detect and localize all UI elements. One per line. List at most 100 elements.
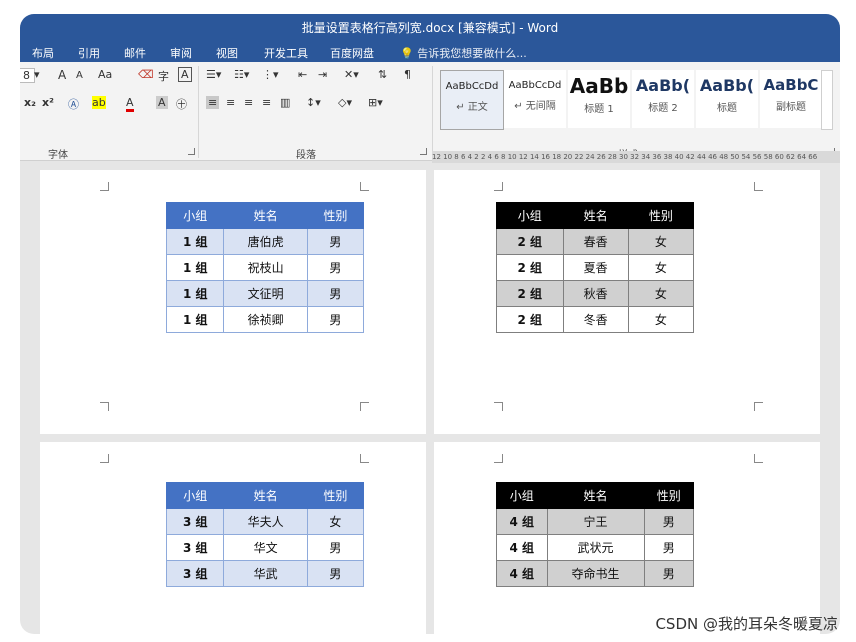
grow-font-button[interactable]: A: [58, 68, 66, 82]
crop-mark: [494, 182, 503, 191]
table-cell: 秋香: [562, 280, 629, 307]
bullets-icon[interactable]: ☰▾: [206, 68, 221, 81]
header-cell: 小组: [165, 482, 225, 509]
crop-mark: [754, 402, 763, 411]
table-cell: 男: [643, 534, 694, 561]
table-row: 1 组 唐伯虎 男: [165, 228, 365, 255]
table-row: 4 组 夺命书生 男: [496, 560, 694, 587]
table-header-row: 小组 姓名 性别: [165, 202, 365, 229]
table-cell: 武状元: [546, 534, 645, 561]
distributed-icon[interactable]: ▥: [280, 96, 290, 109]
crop-mark: [100, 402, 109, 411]
tell-me-search[interactable]: 💡 告诉我您想要做什么...: [400, 45, 527, 61]
font-dialog-launcher-icon[interactable]: [188, 148, 195, 155]
enclose-char-icon[interactable]: ㊉: [176, 96, 187, 112]
table-cell: 徐祯卿: [223, 306, 308, 333]
paragraph-group-label: 段落: [296, 150, 316, 161]
crop-mark: [100, 454, 109, 463]
table-cell: 男: [306, 306, 365, 333]
table-cell: 男: [643, 560, 694, 587]
group-2-table: 小组 姓名 性别 2 组 春香 女 2 组 夏香 女 2 组 秋香 女 2 组: [496, 202, 695, 333]
table-row: 1 组 祝枝山 男: [165, 254, 365, 281]
ribbon: 8 ▾ A A Aa ⌫ 字 A x₂ x² Ⓐ ab A A ㊉ 字体 ☰▾ …: [20, 62, 840, 161]
header-cell: 姓名: [546, 482, 645, 509]
align-center-icon[interactable]: ≡: [226, 96, 235, 109]
tab-developer[interactable]: 开发工具: [264, 45, 308, 61]
style-heading-2[interactable]: AaBb( 标题 2: [632, 70, 694, 128]
align-left-icon[interactable]: ≡: [206, 96, 220, 109]
align-right-icon[interactable]: ≡: [244, 96, 253, 109]
table-cell: 3 组: [165, 560, 225, 587]
shrink-font-button[interactable]: A: [76, 70, 83, 81]
multilevel-list-icon[interactable]: ⋮▾: [262, 68, 279, 81]
paragraph-dialog-launcher-icon[interactable]: [420, 148, 427, 155]
table-cell: 3 组: [165, 508, 225, 535]
change-case-button[interactable]: Aa: [98, 68, 112, 81]
styles-scroll-buttons[interactable]: [821, 70, 833, 130]
separator: [432, 66, 433, 158]
crop-mark: [494, 402, 503, 411]
header-cell: 小组: [496, 482, 548, 509]
sort-icon[interactable]: ⇅: [378, 68, 387, 81]
style-normal[interactable]: AaBbCcDd ↵ 正文: [440, 70, 504, 130]
justify-icon[interactable]: ≡: [262, 96, 271, 109]
text-effects-icon[interactable]: Ⓐ: [68, 96, 79, 112]
superscript-button[interactable]: x²: [42, 96, 54, 109]
font-color-icon[interactable]: A: [126, 96, 134, 112]
tab-references[interactable]: 引用: [78, 45, 100, 61]
table-row: 1 组 文征明 男: [165, 280, 365, 307]
table-cell: 1 组: [165, 280, 225, 307]
header-cell: 姓名: [223, 202, 308, 229]
subscript-button[interactable]: x₂: [24, 96, 36, 109]
table-cell: 2 组: [496, 280, 564, 307]
table-row: 2 组 春香 女: [496, 228, 695, 255]
crop-mark: [100, 182, 109, 191]
table-cell: 春香: [562, 228, 629, 255]
header-cell: 性别: [627, 202, 695, 229]
page-4: 小组 姓名 性别 4 组 宁王 男 4 组 武状元 男 4 组 夺命书生 男: [434, 442, 820, 634]
style-subtitle[interactable]: AaBbC 副标题: [760, 70, 822, 128]
decrease-indent-icon[interactable]: ⇤: [298, 68, 307, 81]
header-cell: 小组: [165, 202, 225, 229]
tab-layout[interactable]: 布局: [32, 45, 54, 61]
font-size-field[interactable]: 8: [20, 68, 35, 83]
increase-indent-icon[interactable]: ⇥: [318, 68, 327, 81]
tab-mailings[interactable]: 邮件: [124, 45, 146, 61]
tab-baidu-netdisk[interactable]: 百度网盘: [330, 45, 374, 61]
table-cell: 男: [306, 560, 365, 587]
style-heading-1[interactable]: AaBb 标题 1: [568, 70, 630, 128]
line-spacing-icon[interactable]: ↕▾: [306, 96, 321, 109]
separator: [198, 66, 199, 158]
chinese-layout-icon[interactable]: ✕▾: [344, 68, 359, 81]
window-title: 批量设置表格行高列宽.docx [兼容模式] - Word: [301, 21, 559, 35]
crop-mark: [360, 454, 369, 463]
table-row: 1 组 徐祯卿 男: [165, 306, 365, 333]
crop-mark: [360, 402, 369, 411]
table-cell: 男: [306, 280, 365, 307]
table-cell: 4 组: [496, 560, 548, 587]
shading-icon[interactable]: ◇▾: [338, 96, 352, 109]
ribbon-tabs: 布局 引用 邮件 审阅 视图 开发工具 百度网盘 💡 告诉我您想要做什么...: [20, 40, 840, 62]
chevron-down-icon[interactable]: ▾: [34, 68, 40, 81]
tab-view[interactable]: 视图: [216, 45, 238, 61]
clear-format-icon[interactable]: ⌫: [138, 68, 154, 81]
borders-icon[interactable]: ⊞▾: [368, 96, 383, 109]
phonetic-guide-icon[interactable]: 字: [158, 68, 169, 84]
table-cell: 4 组: [496, 534, 548, 561]
styles-gallery: AaBbCcDd ↵ 正文 AaBbCcDd ↵ 无间隔 AaBb 标题 1 A…: [440, 70, 822, 130]
horizontal-ruler[interactable]: 12 10 8 6 4 2 2 4 6 8 10 12 14 16 18 20 …: [432, 151, 840, 163]
header-cell: 姓名: [223, 482, 308, 509]
table-cell: 女: [306, 508, 365, 535]
title-bar: 批量设置表格行高列宽.docx [兼容模式] - Word: [20, 14, 840, 40]
char-border-icon[interactable]: A: [178, 67, 192, 82]
style-title[interactable]: AaBb( 标题: [696, 70, 758, 128]
tab-review[interactable]: 审阅: [170, 45, 192, 61]
style-no-spacing[interactable]: AaBbCcDd ↵ 无间隔: [504, 70, 566, 128]
table-cell: 女: [627, 254, 695, 281]
char-shading-icon[interactable]: A: [156, 96, 168, 109]
table-cell: 1 组: [165, 254, 225, 281]
table-row: 4 组 宁王 男: [496, 508, 694, 535]
highlight-icon[interactable]: ab: [92, 96, 106, 109]
show-marks-icon[interactable]: ¶: [404, 68, 411, 81]
numbering-icon[interactable]: ☷▾: [234, 68, 249, 81]
